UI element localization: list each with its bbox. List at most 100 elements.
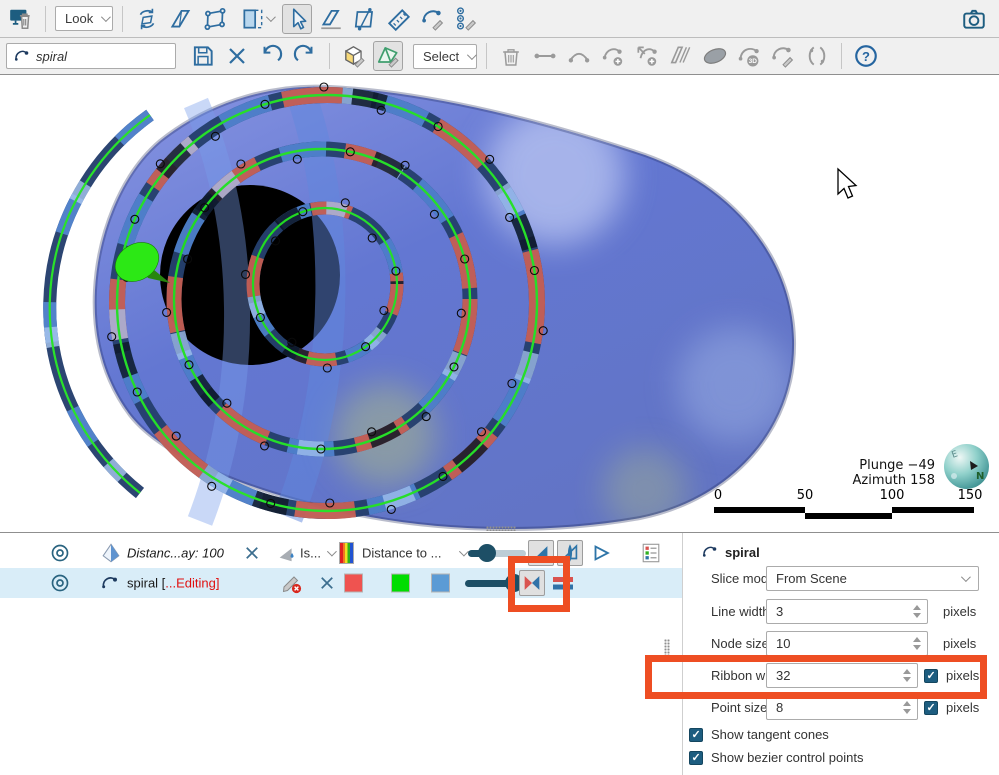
visibility-eye-icon[interactable] — [48, 541, 72, 565]
measure-ruler-icon — [386, 6, 412, 32]
ribbon-mode-button[interactable] — [519, 570, 545, 596]
slice-mode-dropdown[interactable]: From Scene — [766, 566, 979, 591]
discard-button[interactable] — [222, 41, 252, 71]
edit-polygon-icon — [202, 6, 228, 32]
select-cursor-button[interactable] — [282, 4, 312, 34]
rotate-view-button[interactable] — [132, 4, 162, 34]
box-select-button[interactable] — [234, 4, 278, 34]
help-icon: ? — [853, 43, 879, 69]
shader-dropdown[interactable]: Is... — [300, 546, 334, 561]
shape-row-spiral[interactable]: spiral [...Editing] — [0, 568, 682, 598]
orientation-ball[interactable]: N E — [943, 443, 990, 490]
edit-mesh-button[interactable] — [373, 41, 403, 71]
panel-splitter-handle[interactable] — [664, 639, 670, 661]
stop-editing-button[interactable] — [280, 571, 304, 595]
ribbon-bars-button[interactable] — [550, 570, 576, 596]
edit-polygon-button[interactable] — [200, 4, 230, 34]
save-button[interactable] — [188, 41, 218, 71]
select-mode-dropdown[interactable]: Select — [413, 44, 477, 69]
line-color-swatch[interactable] — [391, 574, 410, 593]
object-name-box — [6, 43, 176, 69]
draw-slicer-button[interactable] — [166, 4, 196, 34]
show-bezier-points-checkbox[interactable]: Show bezier control points — [689, 750, 863, 765]
arc-icon — [566, 43, 592, 69]
draw-line-icon — [318, 6, 344, 32]
checkbox-checked-icon — [924, 701, 938, 715]
opacity-slider[interactable] — [465, 574, 525, 592]
line-width-spinner[interactable]: 3 — [766, 599, 928, 624]
camera-icon — [961, 6, 987, 32]
select-mode-label: Select — [423, 49, 459, 64]
point-size-value: 8 — [767, 700, 899, 715]
measure-ruler-button[interactable] — [384, 4, 414, 34]
node-size-spinner[interactable]: 10 — [766, 631, 928, 656]
properties-header: spiral — [701, 543, 760, 561]
segment-tool-button[interactable] — [530, 41, 560, 71]
slice-plane-button[interactable] — [666, 41, 696, 71]
colormap-swatch[interactable] — [339, 542, 354, 564]
point-size-pixels-checkbox[interactable]: pixels — [924, 700, 979, 715]
ribbon-width-spinner[interactable]: 32 — [766, 663, 918, 688]
checkbox-checked-icon — [924, 669, 938, 683]
show-tangent-cones-checkbox[interactable]: Show tangent cones — [689, 727, 829, 742]
opacity-slider[interactable] — [468, 544, 526, 562]
curve-pencil-button[interactable] — [768, 41, 798, 71]
shader-cone-icon — [276, 542, 298, 564]
screenshot-button[interactable] — [959, 4, 989, 34]
undo-icon — [258, 43, 284, 69]
clear-scene-icon — [8, 6, 34, 32]
scene-viewport[interactable]: 0 50 100 150 Plunge −49 Azimuth 158 N E — [0, 75, 999, 532]
curve-brackets-button[interactable] — [802, 41, 832, 71]
colormap-dropdown[interactable]: Distance to ... — [362, 546, 466, 561]
slice-polygon-button[interactable] — [350, 4, 380, 34]
ribbon-width-value: 32 — [767, 668, 899, 683]
panel-splitter-handle[interactable] — [486, 526, 516, 531]
segment-icon — [532, 43, 558, 69]
draw-disc-button[interactable] — [700, 41, 730, 71]
add-node-button[interactable] — [598, 41, 628, 71]
edit-cube-button[interactable] — [339, 41, 369, 71]
close-icon — [225, 44, 249, 68]
draw-line-button[interactable] — [316, 4, 346, 34]
shape-name: spiral [...Editing] — [127, 576, 220, 591]
shape-row-distance-function[interactable]: Distanc...ay: 100 Is... Distance to ... — [0, 538, 682, 568]
delete-node-button[interactable] — [496, 41, 526, 71]
curve-icon — [701, 543, 719, 561]
line-width-row: Line width: 3 pixels — [683, 599, 999, 625]
toolbar-separator — [45, 6, 46, 32]
look-dropdown[interactable]: Look — [55, 6, 113, 31]
mouse-cursor — [838, 169, 856, 198]
outline-view-button[interactable] — [588, 540, 614, 566]
shape-name-prefix: spiral [ — [127, 576, 165, 591]
shader-dropdown-label: Is... — [300, 546, 321, 561]
show-legend-button[interactable] — [638, 540, 664, 566]
edit-points-button[interactable] — [452, 4, 482, 34]
clear-scene-button[interactable] — [6, 4, 36, 34]
trash-icon — [499, 44, 523, 68]
visibility-eye-icon[interactable] — [48, 571, 72, 595]
toolbar-separator — [486, 43, 487, 69]
edit-cube-icon — [341, 43, 367, 69]
curve-3d-button[interactable]: 3D — [734, 41, 764, 71]
node-color-swatch[interactable] — [344, 574, 363, 593]
ribbon-color-swatch[interactable] — [431, 574, 450, 593]
redo-button[interactable] — [290, 41, 320, 71]
edit-curve-button[interactable] — [418, 4, 448, 34]
help-button[interactable]: ? — [851, 41, 881, 71]
node-size-value: 10 — [767, 636, 909, 651]
flat-shading-button[interactable] — [528, 540, 554, 566]
ribbon-width-pixels-checkbox[interactable]: pixels — [924, 668, 979, 683]
remove-shape-button[interactable] — [243, 544, 261, 562]
add-tangent-button[interactable] — [632, 41, 662, 71]
slice-view-button[interactable] — [557, 540, 583, 566]
svg-text:N: N — [976, 471, 984, 482]
shape-list-panel: Distanc...ay: 100 Is... Distance to ... — [0, 533, 682, 775]
arc-tool-button[interactable] — [564, 41, 594, 71]
object-name-input[interactable] — [36, 49, 156, 64]
point-size-spinner[interactable]: 8 — [766, 695, 918, 720]
ribbon-width-row: Ribbon width: 32 pixels — [683, 663, 999, 689]
chevron-down-icon — [101, 12, 111, 22]
line-width-label: Line width: — [711, 604, 773, 619]
undo-button[interactable] — [256, 41, 286, 71]
remove-shape-button[interactable] — [318, 574, 336, 592]
